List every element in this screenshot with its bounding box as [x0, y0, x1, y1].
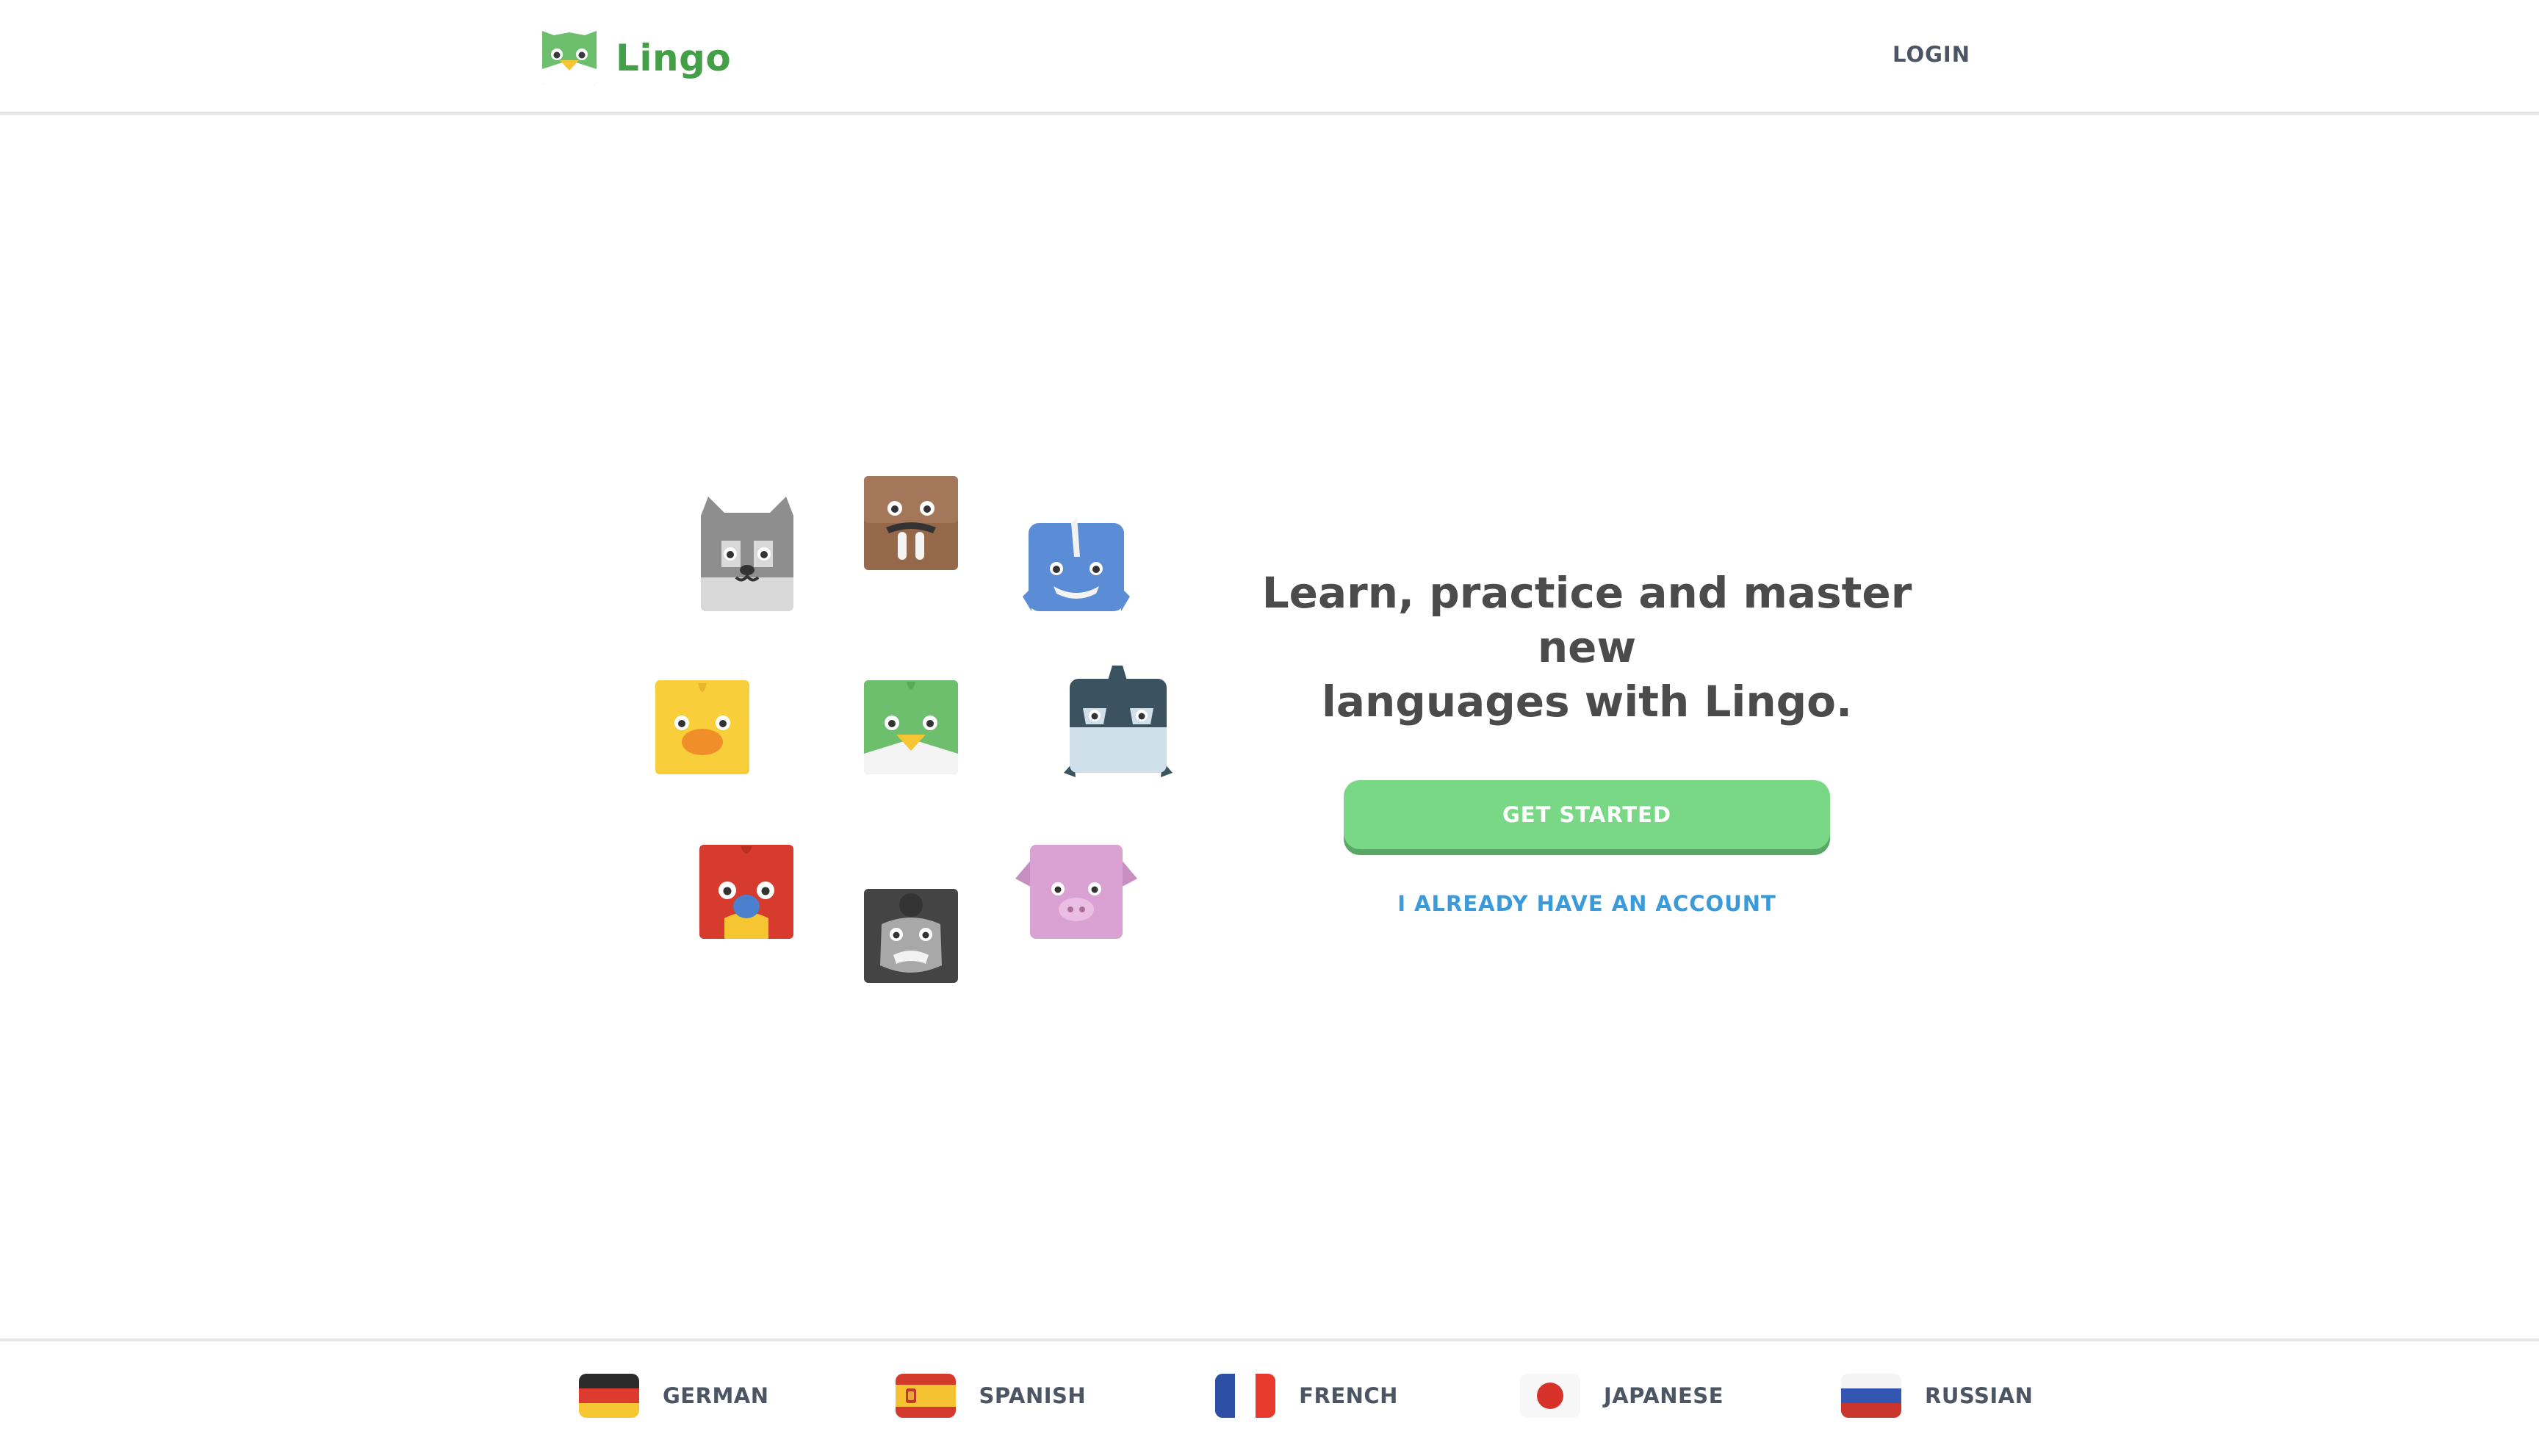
get-started-button[interactable]: GET STARTED — [1344, 780, 1830, 849]
hero-section: Learn, practice and master new languages… — [1212, 566, 1962, 917]
language-footer: GERMAN SPANISH FRENCH JAPANESE RUSSIAN — [0, 1338, 2539, 1456]
walrus-icon — [864, 476, 958, 570]
gorilla-icon — [864, 889, 958, 983]
hero-title-line2: languages with Lingo. — [1321, 677, 1853, 727]
language-label: GERMAN — [663, 1383, 769, 1408]
brand-logo[interactable]: Lingo — [539, 28, 731, 88]
language-label: SPANISH — [979, 1383, 1087, 1408]
language-spanish[interactable]: SPANISH — [895, 1374, 1087, 1418]
wolf-icon — [699, 497, 795, 611]
language-label: FRENCH — [1299, 1383, 1398, 1408]
spain-flag-icon — [895, 1374, 956, 1418]
language-label: JAPANESE — [1603, 1383, 1724, 1408]
hero-title: Learn, practice and master new languages… — [1212, 566, 1962, 729]
login-button[interactable]: LOGIN — [1888, 41, 1975, 68]
language-japanese[interactable]: JAPANESE — [1519, 1374, 1724, 1418]
russia-flag-icon — [1841, 1374, 1901, 1418]
have-account-link[interactable]: I ALREADY HAVE AN ACCOUNT — [1393, 890, 1781, 917]
parrot-icon — [864, 680, 958, 774]
duck-icon — [655, 680, 749, 774]
brand-name: Lingo — [616, 37, 732, 79]
top-header: Lingo LOGIN — [0, 0, 2539, 115]
mascot-grid — [632, 455, 1190, 999]
narwhal-icon — [1023, 517, 1130, 617]
pig-icon — [1015, 845, 1137, 939]
language-russian[interactable]: RUSSIAN — [1841, 1374, 2033, 1418]
germany-flag-icon — [579, 1374, 639, 1418]
language-french[interactable]: FRENCH — [1215, 1374, 1398, 1418]
language-german[interactable]: GERMAN — [579, 1374, 769, 1418]
france-flag-icon — [1215, 1374, 1276, 1418]
macaw-icon — [699, 845, 793, 939]
parrot-logo-icon — [539, 28, 599, 88]
japan-flag-icon — [1519, 1374, 1580, 1418]
language-label: RUSSIAN — [1925, 1383, 2034, 1408]
hero-title-line1: Learn, practice and master new — [1261, 568, 1912, 672]
orca-icon — [1064, 666, 1173, 780]
language-list: GERMAN SPANISH FRENCH JAPANESE RUSSIAN — [579, 1374, 2033, 1418]
